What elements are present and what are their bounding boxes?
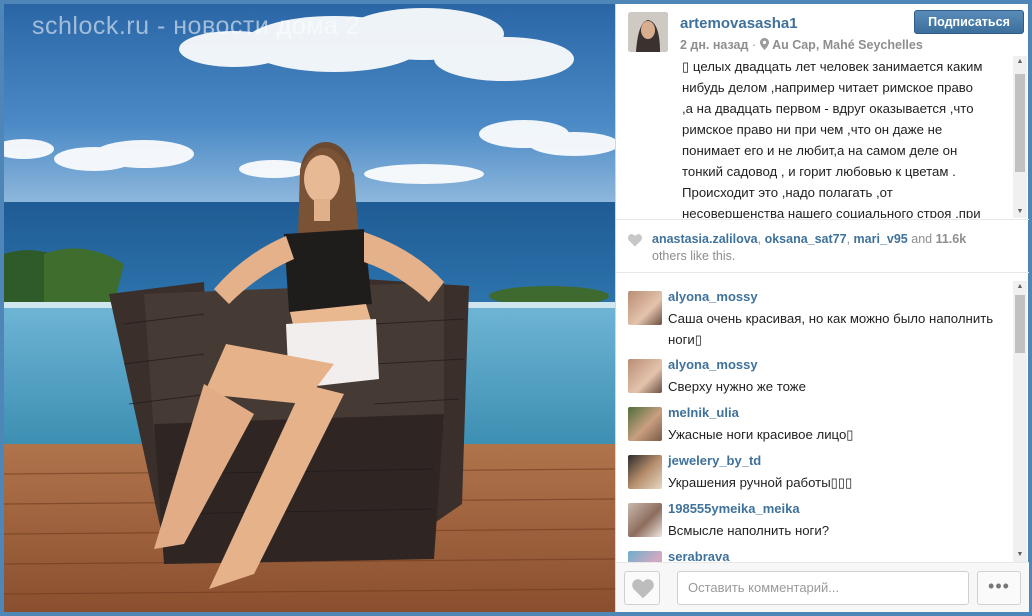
- heart-icon: [628, 234, 642, 252]
- post-details-panel: artemovasasha1 2 дн. назад · Au Cap, Mah…: [615, 4, 1029, 612]
- scroll-down-icon[interactable]: ▼: [1014, 206, 1026, 218]
- comment-item: 198555ymeika_meika Всмысле наполнить ног…: [616, 499, 1011, 547]
- commenter-avatar[interactable]: [628, 455, 662, 489]
- comment-username[interactable]: alyona_mossy: [668, 357, 758, 372]
- comment-footer: Оставить комментарий... •••: [616, 562, 1029, 612]
- meta-separator: ·: [751, 38, 760, 52]
- likes-line: anastasia.zalilova, oksana_sat77, mari_v…: [652, 232, 967, 246]
- liker-link[interactable]: mari_v95: [854, 232, 908, 246]
- caption-line: Происходит это ,надо полагать ,от: [682, 185, 893, 200]
- caption-line: нибудь делом ,например читает римское пр…: [682, 80, 973, 95]
- likes-others: others like this.: [652, 249, 736, 263]
- comment-text: Саша очень красивая, но как можно было н…: [668, 311, 994, 347]
- watermark-text: schlock.ru - новости дома 2: [32, 12, 361, 40]
- caption-scroll-thumb[interactable]: [1015, 74, 1025, 172]
- commenter-avatar[interactable]: [628, 503, 662, 537]
- post-caption: ▯ целых двадцать лет человек занимается …: [682, 56, 1007, 218]
- liker-link[interactable]: anastasia.zalilova: [652, 232, 758, 246]
- caption-line: понимает его и не любит,а на самом деле …: [682, 143, 958, 158]
- post-header: artemovasasha1 2 дн. назад · Au Cap, Mah…: [616, 4, 1029, 60]
- scroll-up-icon[interactable]: ▲: [1014, 281, 1026, 293]
- comment-item: jewelery_by_td Украшения ручной работы▯▯…: [616, 451, 1011, 499]
- caption-line: несовершенства нашего социального строя …: [682, 206, 981, 218]
- comment-text: Ужасные ноги красивое лицо▯: [668, 427, 854, 442]
- post-time[interactable]: 2 дн. назад: [680, 38, 748, 52]
- post-photo[interactable]: schlock.ru - новости дома 2: [4, 4, 615, 612]
- caption-scrollbar[interactable]: ▲ ▼: [1013, 56, 1027, 218]
- comments-scrollbar[interactable]: ▲ ▼: [1013, 281, 1027, 562]
- author-avatar[interactable]: [628, 12, 668, 52]
- comment-username[interactable]: jewelery_by_td: [668, 453, 761, 468]
- caption-line: римское право ни при чем ,что он даже не: [682, 122, 943, 137]
- likes-count[interactable]: 11.6k: [936, 232, 967, 246]
- author-username[interactable]: artemovasasha1: [680, 15, 798, 32]
- like-button[interactable]: [624, 571, 660, 605]
- more-options-button[interactable]: •••: [977, 571, 1021, 605]
- scroll-down-icon[interactable]: ▼: [1014, 549, 1026, 561]
- comment-item: melnik_ulia Ужасные ноги красивое лицо▯: [616, 403, 1011, 451]
- commenter-avatar[interactable]: [628, 551, 662, 562]
- post-meta: 2 дн. назад · Au Cap, Mahé Seychelles: [680, 38, 923, 52]
- comment-username[interactable]: 198555ymeika_meika: [668, 501, 800, 516]
- commenter-avatar[interactable]: [628, 359, 662, 393]
- scroll-up-icon[interactable]: ▲: [1014, 56, 1026, 68]
- window-frame: schlock.ru - новости дома 2 artemovasash…: [0, 0, 1032, 616]
- likes-and: and: [911, 232, 933, 246]
- ellipsis-icon: •••: [988, 576, 1010, 596]
- comments-scroll-thumb[interactable]: [1015, 295, 1025, 353]
- follow-button[interactable]: Подписаться: [914, 10, 1024, 34]
- comment-item: alyona_mossy Саша очень красивая, но как…: [616, 287, 1011, 349]
- comment-text: Украшения ручной работы▯▯▯: [668, 475, 853, 490]
- liker-link[interactable]: oksana_sat77: [765, 232, 847, 246]
- photo-scene: [4, 4, 615, 612]
- post-location[interactable]: Au Cap, Mahé Seychelles: [772, 38, 923, 52]
- comment-username[interactable]: melnik_ulia: [668, 405, 739, 420]
- comment-input[interactable]: Оставить комментарий...: [677, 571, 969, 605]
- caption-line: тонкий садовод , и горит любовью к цвета…: [682, 164, 956, 179]
- comment-text: Всмысле наполнить ноги?: [668, 523, 830, 538]
- comment-text: Сверху нужно же тоже: [668, 379, 806, 394]
- caption-line: ▯ целых двадцать лет человек занимается …: [682, 59, 983, 74]
- commenter-avatar[interactable]: [628, 291, 662, 325]
- comment-username[interactable]: serabrava: [668, 549, 729, 562]
- comment-username[interactable]: alyona_mossy: [668, 289, 758, 304]
- comments-list: alyona_mossy Саша очень красивая, но как…: [616, 281, 1029, 562]
- comment-item: alyona_mossy Сверху нужно же тоже: [616, 355, 1011, 403]
- caption-line: ,а на двадцать первом - вдруг оказываетс…: [682, 101, 974, 116]
- map-pin-icon: [759, 38, 772, 52]
- likes-section: anastasia.zalilova, oksana_sat77, mari_v…: [616, 219, 1029, 273]
- caption-area: ▯ целых двадцать лет человек занимается …: [616, 56, 1029, 218]
- commenter-avatar[interactable]: [628, 407, 662, 441]
- comment-item: serabrava: [616, 547, 1011, 562]
